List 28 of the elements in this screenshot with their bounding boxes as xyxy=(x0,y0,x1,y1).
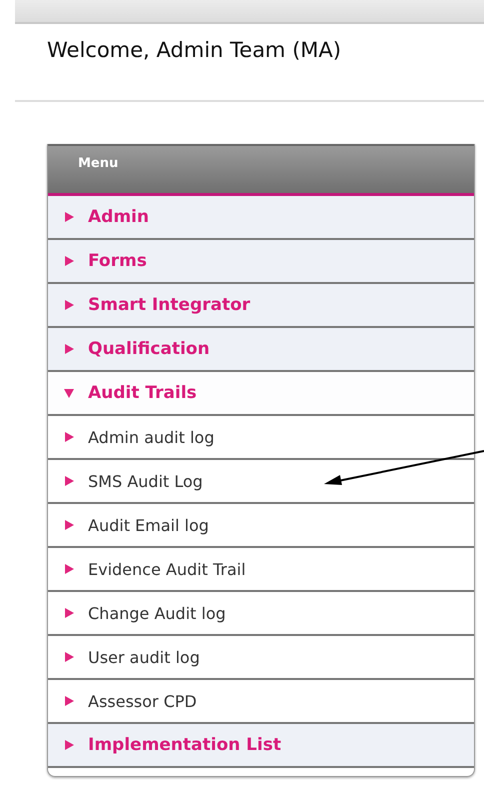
menu-section[interactable]: Qualification xyxy=(48,328,474,372)
menu-section[interactable]: Forms xyxy=(48,240,474,284)
menu-link[interactable]: Change Audit log xyxy=(48,592,474,636)
menu-link[interactable]: Admin audit log xyxy=(48,416,474,460)
caret-right-icon xyxy=(64,300,74,310)
menu-link[interactable]: User audit log xyxy=(48,636,474,680)
menu-header: Menu xyxy=(48,144,474,196)
menu-section[interactable]: Audit Trails xyxy=(48,372,474,416)
welcome-heading: Welcome, Admin Team (MA) xyxy=(47,37,342,64)
caret-right-icon xyxy=(64,564,74,574)
menu-section[interactable]: Admin xyxy=(48,196,474,240)
menu-link[interactable]: SMS Audit Log xyxy=(48,460,474,504)
caret-right-icon xyxy=(64,432,74,442)
caret-right-icon xyxy=(64,256,74,266)
caret-right-icon xyxy=(64,696,74,706)
caret-right-icon xyxy=(64,212,74,222)
caret-right-icon xyxy=(64,520,74,530)
caret-right-icon xyxy=(64,652,74,662)
caret-right-icon xyxy=(64,608,74,618)
menu-section[interactable]: Implementation List xyxy=(48,724,474,768)
menu-section[interactable]: Smart Integrator xyxy=(48,284,474,328)
menu-link[interactable]: Assessor CPD xyxy=(48,680,474,724)
caret-right-icon xyxy=(64,476,74,486)
menu-link[interactable]: Evidence Audit Trail xyxy=(48,548,474,592)
caret-right-icon xyxy=(64,344,74,354)
menu-link[interactable]: Audit Email log xyxy=(48,504,474,548)
caret-right-icon xyxy=(64,740,74,750)
caret-down-icon xyxy=(64,388,74,398)
